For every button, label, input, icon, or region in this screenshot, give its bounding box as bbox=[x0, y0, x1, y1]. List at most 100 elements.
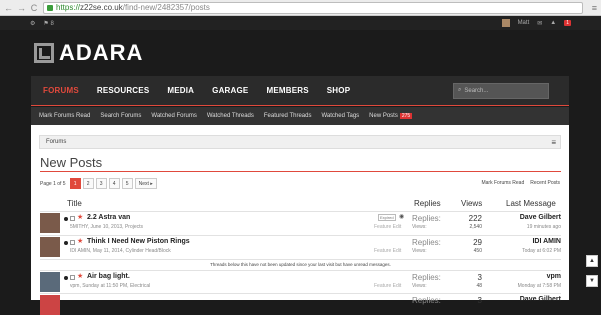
thread-meta: IDI AMIN, May 11, 2014, Cylinder Head/Bl… bbox=[70, 248, 171, 254]
logo-text[interactable]: ADARA bbox=[59, 40, 143, 66]
tab-media[interactable]: MEDIA bbox=[167, 86, 194, 95]
search-placeholder: Search... bbox=[464, 87, 489, 94]
site-header: ADARA bbox=[0, 30, 601, 76]
tab-garage[interactable]: GARAGE bbox=[212, 86, 248, 95]
recent-posts-link[interactable]: Recent Posts bbox=[530, 180, 560, 186]
browser-menu-icon[interactable]: ≡ bbox=[592, 3, 597, 13]
main-nav: FORUMS RESOURCES MEDIA GARAGE MEMBERS SH… bbox=[31, 76, 569, 106]
tab-resources[interactable]: RESOURCES bbox=[97, 86, 149, 95]
user-avatar[interactable] bbox=[501, 19, 510, 27]
reload-icon[interactable]: C bbox=[30, 1, 38, 15]
page-4[interactable]: 4 bbox=[108, 178, 120, 189]
breadcrumb: Forums ≡ bbox=[39, 135, 561, 149]
table-row: Replies: 3 Dave Gilbert bbox=[40, 293, 561, 315]
subnav-watched-forums[interactable]: Watched Forums bbox=[151, 113, 196, 119]
feature-edit-link[interactable]: Feature Edit bbox=[374, 283, 401, 289]
subnav-featured-threads[interactable]: Featured Threads bbox=[264, 113, 312, 119]
username-link[interactable]: Matt bbox=[518, 20, 530, 26]
replies-count: 29 bbox=[473, 238, 482, 247]
envelope-icon[interactable]: ✉ bbox=[537, 20, 542, 27]
avatar[interactable] bbox=[40, 272, 60, 292]
new-posts-count-badge: 275 bbox=[399, 113, 413, 119]
flag-icon[interactable]: ⚑ 8 bbox=[43, 20, 53, 27]
url-text: https://z22se.co.uk/find-new/2482357/pos… bbox=[56, 3, 210, 12]
breadcrumb-forums[interactable]: Forums bbox=[46, 139, 66, 145]
select-checkbox[interactable] bbox=[70, 240, 75, 245]
last-message-user[interactable]: Dave Gilbert bbox=[520, 214, 561, 221]
address-bar[interactable]: https://z22se.co.uk/find-new/2482357/pos… bbox=[43, 1, 583, 14]
replies-count: 3 bbox=[477, 273, 482, 282]
title-divider bbox=[40, 171, 561, 172]
last-message-user[interactable]: vpm bbox=[547, 273, 561, 280]
views-label: Views: bbox=[412, 248, 427, 254]
select-checkbox[interactable] bbox=[70, 275, 75, 280]
unread-dot-icon bbox=[64, 217, 68, 221]
views-count: 450 bbox=[473, 248, 482, 254]
mark-links: Mark Forums Read Recent Posts bbox=[481, 180, 560, 186]
search-input[interactable]: ⌕ Search... bbox=[453, 82, 549, 99]
avatar[interactable] bbox=[40, 237, 60, 257]
views-label: Views: bbox=[412, 283, 427, 289]
status-badge: Expired bbox=[378, 214, 396, 221]
unread-notice: Threads below this have not been updated… bbox=[40, 259, 561, 269]
replies-label: Replies: bbox=[412, 296, 441, 305]
thread-title[interactable]: 2.2 Astra van bbox=[87, 214, 130, 221]
gear-icon[interactable]: ⚙ bbox=[30, 20, 35, 27]
star-icon: ★ bbox=[77, 238, 84, 245]
next-page-button[interactable]: Next ▸ bbox=[134, 178, 157, 189]
sub-nav: Mark Forums Read Search Forums Watched F… bbox=[31, 107, 569, 125]
feature-edit-link[interactable]: Feature Edit bbox=[374, 224, 401, 230]
thread-meta: 5MITHY, June 10, 2013, Projects bbox=[70, 224, 144, 230]
lock-icon bbox=[47, 4, 53, 11]
views-count: 48 bbox=[476, 283, 482, 289]
replies-label: Replies: bbox=[412, 238, 441, 247]
last-message-date[interactable]: Today at 6:02 PM bbox=[522, 248, 561, 254]
star-icon: ★ bbox=[77, 214, 84, 221]
last-message-user[interactable]: IDI AMIN bbox=[532, 238, 561, 245]
thread-title[interactable]: Air bag light. bbox=[87, 273, 130, 280]
main-content: Forums ≡ New Posts Page 1 of 5 1 2 3 4 5… bbox=[31, 125, 569, 315]
avatar[interactable] bbox=[40, 295, 60, 315]
subnav-mark-forums-read[interactable]: Mark Forums Read bbox=[39, 113, 90, 119]
table-row: ★ Think I Need New Piston Rings IDI AMIN… bbox=[40, 235, 561, 257]
alert-count-badge: 1 bbox=[564, 20, 571, 26]
views-count: 2,540 bbox=[469, 224, 482, 230]
forum-topbar: ⚙ ⚑ 8 Matt ✉ ▲ 1 bbox=[0, 16, 601, 30]
page-1[interactable]: 1 bbox=[69, 178, 81, 189]
unread-dot-icon bbox=[64, 241, 68, 245]
replies-label: Replies: bbox=[412, 273, 441, 282]
page-5[interactable]: 5 bbox=[121, 178, 133, 189]
col-title: Title bbox=[67, 199, 82, 208]
page-3[interactable]: 3 bbox=[95, 178, 107, 189]
col-views: Views bbox=[461, 199, 483, 208]
scroll-down-button[interactable]: ▼ bbox=[586, 275, 598, 287]
hamburger-icon[interactable]: ≡ bbox=[551, 138, 556, 147]
browser-toolbar: ← → C https://z22se.co.uk/find-new/24823… bbox=[0, 0, 601, 16]
page-2[interactable]: 2 bbox=[82, 178, 94, 189]
logo-icon[interactable] bbox=[34, 43, 54, 63]
select-checkbox[interactable] bbox=[70, 216, 75, 221]
tab-shop[interactable]: SHOP bbox=[327, 86, 350, 95]
feature-edit-link[interactable]: Feature Edit bbox=[374, 248, 401, 254]
subnav-watched-threads[interactable]: Watched Threads bbox=[207, 113, 254, 119]
table-row: ★ Air bag light. vpm, Sunday at 11:50 PM… bbox=[40, 270, 561, 292]
page-title: New Posts bbox=[40, 155, 103, 170]
thread-title[interactable]: Think I Need New Piston Rings bbox=[87, 238, 190, 245]
subnav-new-posts[interactable]: New Posts bbox=[369, 113, 398, 119]
tab-members[interactable]: MEMBERS bbox=[266, 86, 308, 95]
forward-icon[interactable]: → bbox=[17, 1, 26, 15]
alert-icon[interactable]: ▲ bbox=[550, 20, 556, 26]
col-last-message: Last Message bbox=[506, 199, 556, 208]
tab-forums[interactable]: FORUMS bbox=[43, 86, 79, 95]
search-icon: ⌕ bbox=[458, 87, 462, 93]
avatar[interactable] bbox=[40, 213, 60, 233]
page-label: Page 1 of 5 bbox=[40, 180, 66, 187]
subnav-search-forums[interactable]: Search Forums bbox=[100, 113, 141, 119]
subnav-watched-tags[interactable]: Watched Tags bbox=[321, 113, 359, 119]
scroll-up-button[interactable]: ▲ bbox=[586, 255, 598, 267]
back-icon[interactable]: ← bbox=[4, 1, 13, 15]
replies-label: Replies: bbox=[412, 214, 441, 223]
last-message-date[interactable]: Monday at 7:58 PM bbox=[518, 283, 561, 289]
last-message-date[interactable]: 19 minutes ago bbox=[527, 224, 561, 230]
mark-forums-read-link[interactable]: Mark Forums Read bbox=[481, 180, 524, 186]
